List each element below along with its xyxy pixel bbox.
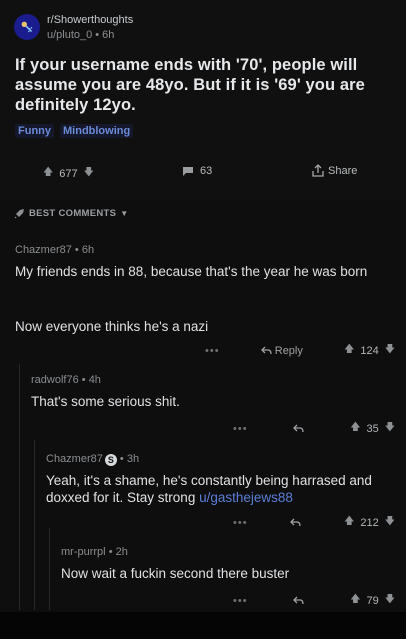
comment-3-vote: 🡅 212 🡇	[344, 514, 395, 531]
sort-label: BEST COMMENTS	[29, 208, 117, 219]
comment-4-body: Now wait a fuckin second there buster	[61, 566, 290, 581]
comment-4-score: 79	[366, 594, 379, 607]
thread-line-1[interactable]	[19, 364, 20, 610]
flair-funny[interactable]: Funny	[15, 124, 54, 138]
post-title[interactable]: If your username ends with '70', people …	[15, 55, 395, 115]
reply-icon	[260, 346, 272, 355]
comment-1-paragraph-2: Now everyone thinks he's a nazi	[15, 319, 209, 334]
post-author[interactable]: u/pluto_0	[47, 29, 92, 41]
reply-icon	[293, 596, 305, 605]
reply-label: Reply	[274, 344, 303, 357]
comment-4-actions: ••• 🡅 79 🡇	[233, 592, 395, 609]
comment-3-body: Yeah, it's a shame, he's constantly bein…	[46, 472, 396, 506]
flair-mindblowing[interactable]: Mindblowing	[60, 124, 134, 138]
meta-separator: •	[81, 374, 86, 386]
comment-2-author[interactable]: radwolf76	[31, 374, 79, 386]
reply-icon	[290, 518, 301, 527]
upvote-icon[interactable]: 🡅	[344, 342, 354, 359]
reply-button[interactable]	[293, 596, 305, 605]
downvote-icon[interactable]: 🡇	[385, 420, 395, 437]
comment-4-age: 2h	[115, 546, 128, 558]
downvote-icon[interactable]: 🡇	[385, 514, 395, 531]
post-score: 677	[59, 167, 78, 180]
subreddit-name[interactable]: r/Showerthoughts	[47, 14, 133, 26]
comment-1-body-2: Now everyone thinks he's a nazi	[15, 318, 375, 335]
reply-icon	[293, 424, 305, 433]
reply-button[interactable]: Reply	[260, 344, 303, 357]
comment-2-actions: ••• 🡅 35 🡇	[233, 420, 395, 437]
comment-4-author[interactable]: mr-purrpl	[61, 546, 106, 558]
comment-2-header: radwolf76 • 4h	[31, 374, 101, 386]
comment-1-actions: ••• Reply 🡅 124 🡇	[205, 342, 395, 359]
meta-separator: •	[119, 453, 124, 465]
share-icon	[312, 164, 324, 177]
upvote-icon[interactable]: 🡅	[350, 592, 360, 609]
comment-3-author[interactable]: Chazmer87	[46, 453, 103, 465]
meta-separator: •	[74, 244, 79, 256]
comment-1-author[interactable]: Chazmer87	[15, 244, 72, 256]
comment-count: 63	[200, 165, 213, 177]
comment-1-score: 124	[360, 344, 379, 357]
comment-2-vote: 🡅 35 🡇	[350, 420, 395, 437]
comments-button[interactable]: 63	[182, 165, 212, 177]
post-action-bar: 🡅 677 🡇 63 Share	[0, 160, 406, 182]
comment-4-header: mr-purrpl • 2h	[61, 546, 128, 558]
more-options-button[interactable]: •••	[233, 517, 248, 529]
meta-separator: •	[108, 546, 113, 558]
post-card: r/Showerthoughts u/pluto_0 • 6h If your us…	[0, 0, 406, 200]
comment-3-score: 212	[360, 516, 379, 529]
subreddit-icon[interactable]	[14, 14, 40, 40]
comment-icon	[183, 166, 193, 176]
more-options-button[interactable]: •••	[233, 423, 248, 435]
post-vote-control: 🡅 677 🡇	[43, 165, 94, 182]
comment-1-age: 6h	[81, 244, 95, 256]
screen: r/Showerthoughts u/pluto_0 • 6h If your us…	[0, 0, 406, 639]
post-meta: u/pluto_0 • 6h	[47, 29, 114, 41]
post-age: 6h	[102, 29, 115, 41]
comment-4-vote: 🡅 79 🡇	[350, 592, 395, 609]
comment-2-age: 4h	[88, 374, 101, 386]
upvote-icon[interactable]: 🡅	[350, 420, 360, 437]
comment-2-body: That's some serious shit.	[31, 394, 180, 409]
more-options-button[interactable]: •••	[233, 595, 248, 607]
chevron-down-icon: ▼	[120, 209, 129, 218]
comment-1-body: My friends ends in 88, because that's th…	[15, 263, 375, 280]
comment-3-age: 3h	[126, 453, 140, 465]
reply-button[interactable]	[293, 424, 305, 433]
comment-1-header: Chazmer87 • 6h	[15, 244, 94, 256]
username-link[interactable]: u/gasthejews88	[199, 490, 293, 505]
comment-3-header: Chazmer87 S • 3h	[46, 453, 139, 466]
comment-1-paragraph-1: My friends ends in 88, because that's th…	[15, 264, 368, 279]
op-badge: S	[104, 454, 117, 466]
share-label: Share	[328, 164, 358, 177]
comment-1-vote: 🡅 124 🡇	[344, 342, 395, 359]
reply-button[interactable]	[290, 518, 301, 527]
upvote-icon[interactable]: 🡅	[344, 514, 354, 531]
comment-sort[interactable]: BEST COMMENTS ▼	[14, 208, 129, 219]
share-button[interactable]: Share	[312, 164, 357, 177]
thread-line-2[interactable]	[34, 440, 35, 610]
upvote-icon[interactable]: 🡅	[43, 165, 53, 182]
comment-2-score: 35	[366, 422, 379, 435]
rocket-icon	[14, 209, 24, 219]
bottom-band	[0, 612, 406, 639]
flair-list: Funny Mindblowing	[15, 124, 134, 138]
meta-separator: •	[95, 29, 100, 41]
downvote-icon[interactable]: 🡇	[385, 592, 395, 609]
thread-line-3[interactable]	[49, 528, 50, 610]
downvote-icon[interactable]: 🡇	[385, 342, 395, 359]
downvote-icon[interactable]: 🡇	[84, 165, 94, 182]
more-options-button[interactable]: •••	[205, 345, 220, 357]
comment-3-actions: ••• 🡅 212 🡇	[233, 514, 395, 531]
